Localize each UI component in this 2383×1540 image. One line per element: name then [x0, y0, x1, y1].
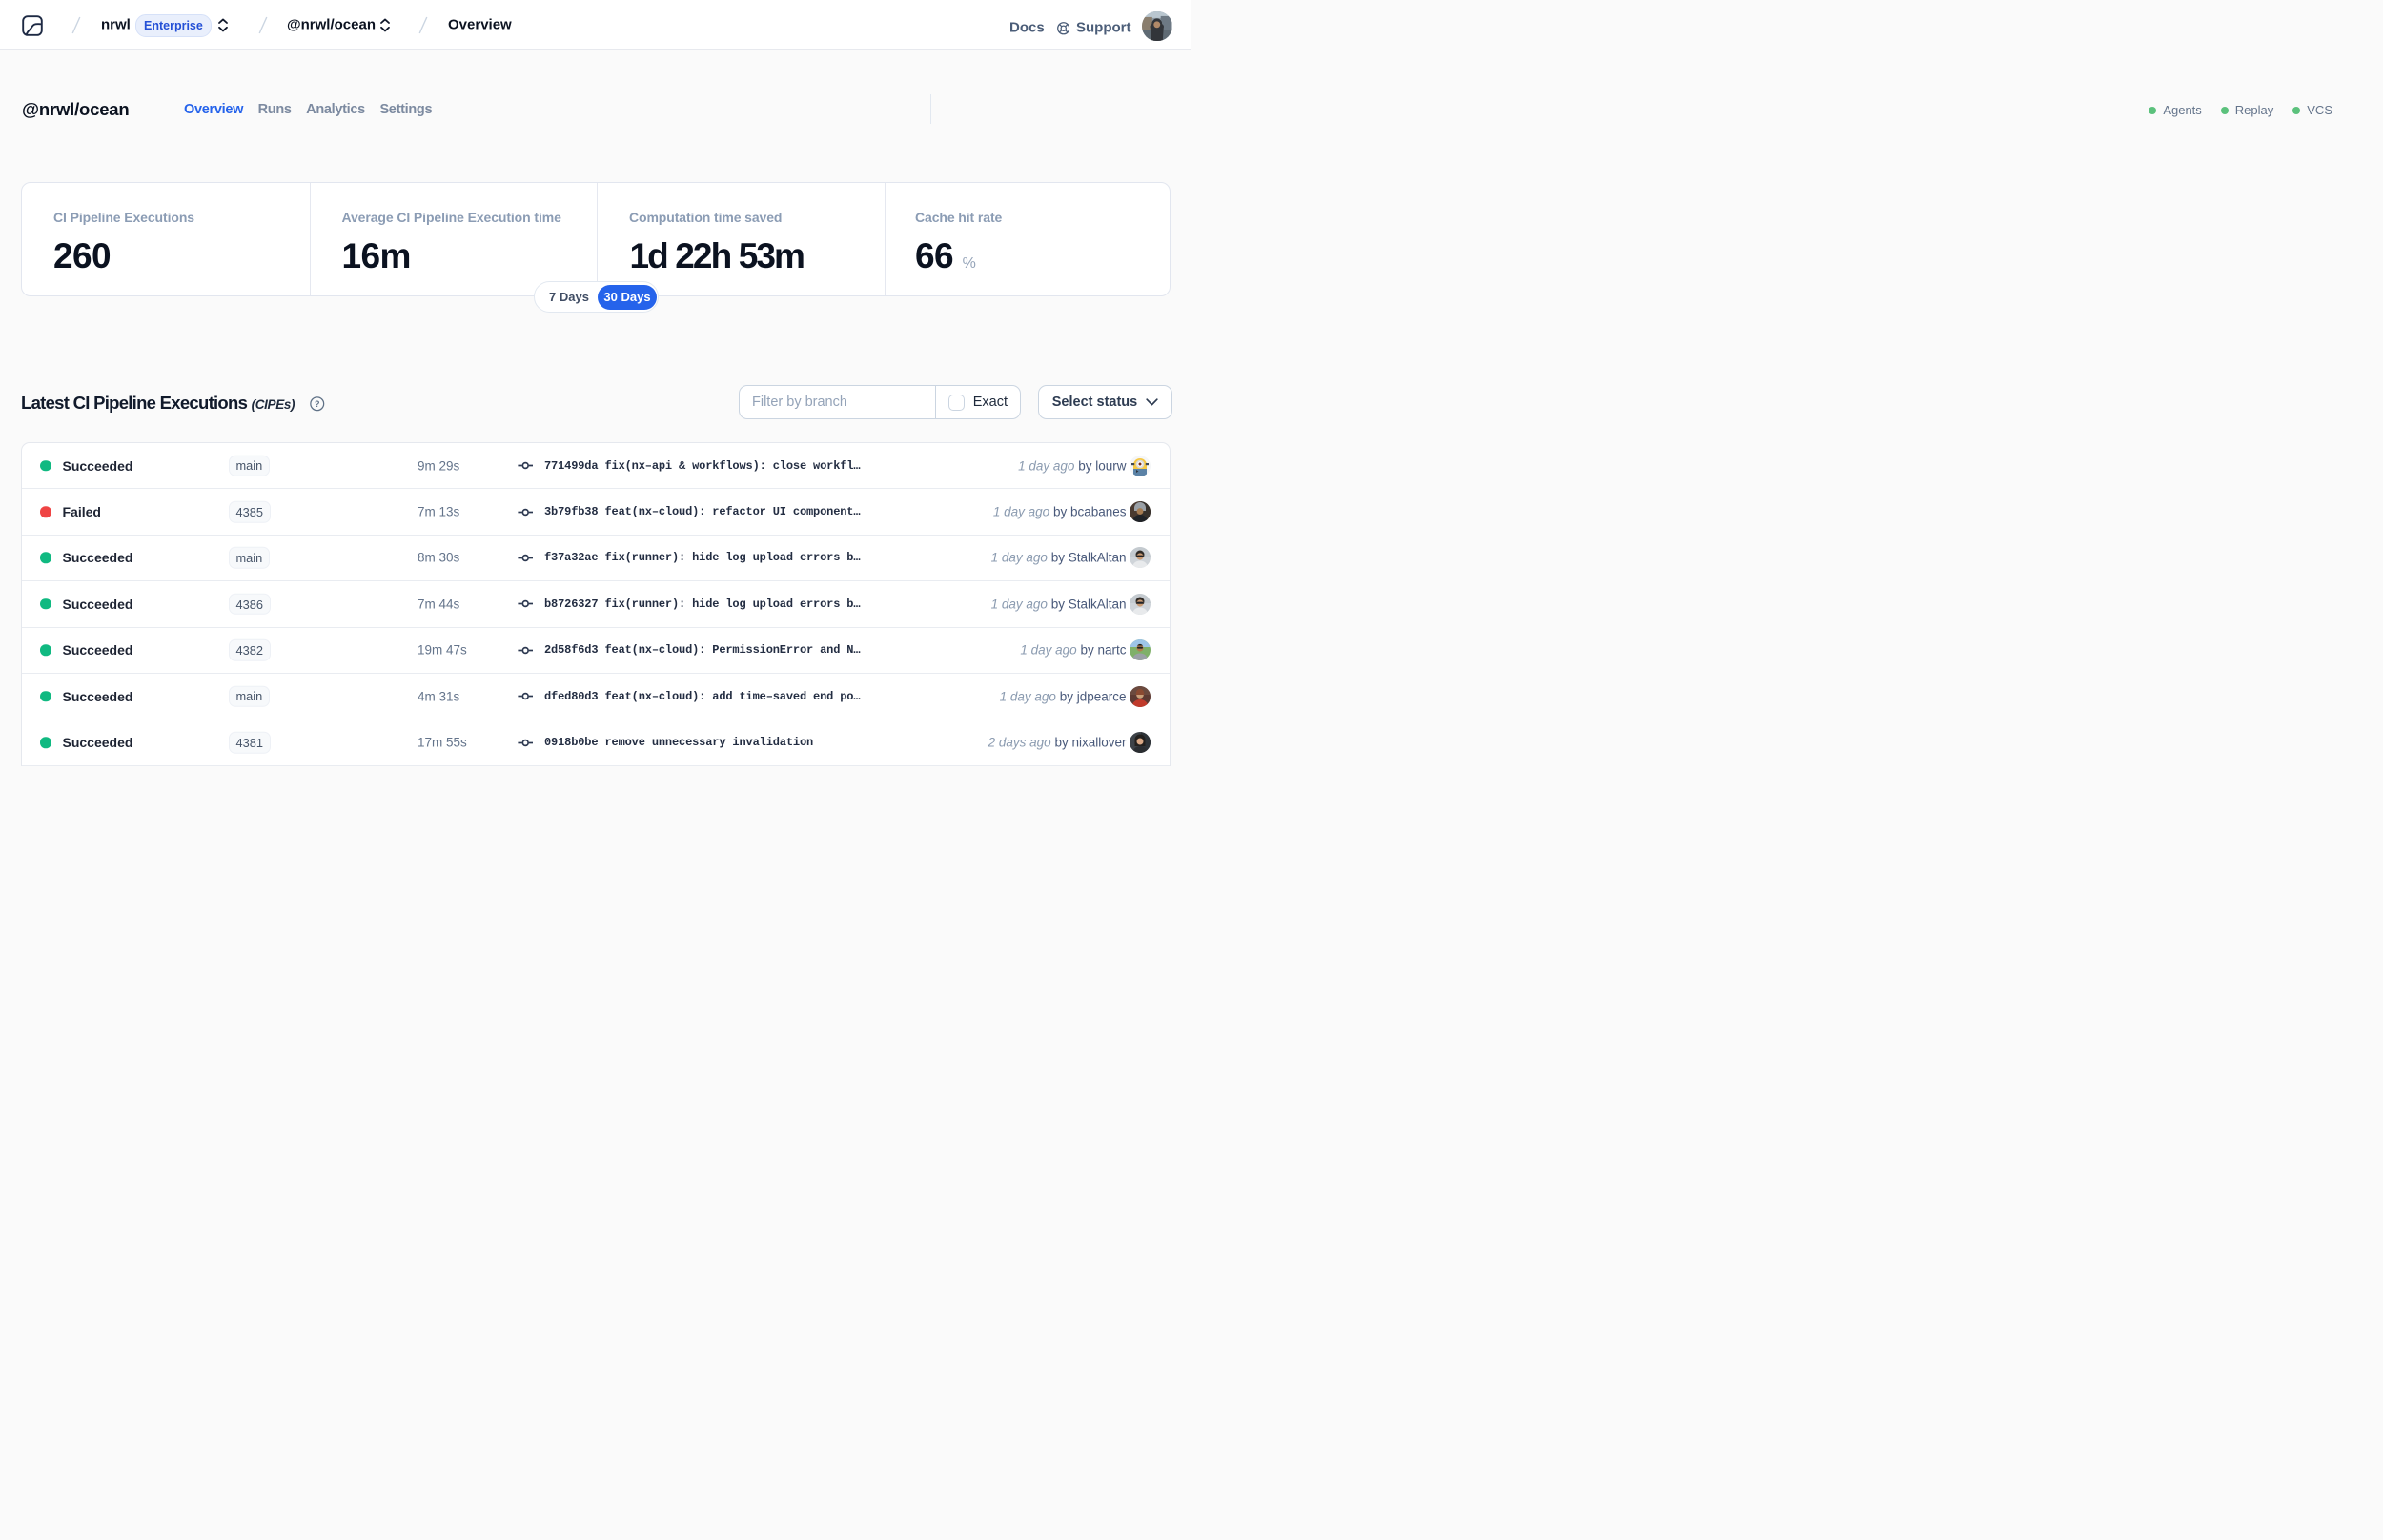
svg-text:?: ? [315, 399, 320, 409]
